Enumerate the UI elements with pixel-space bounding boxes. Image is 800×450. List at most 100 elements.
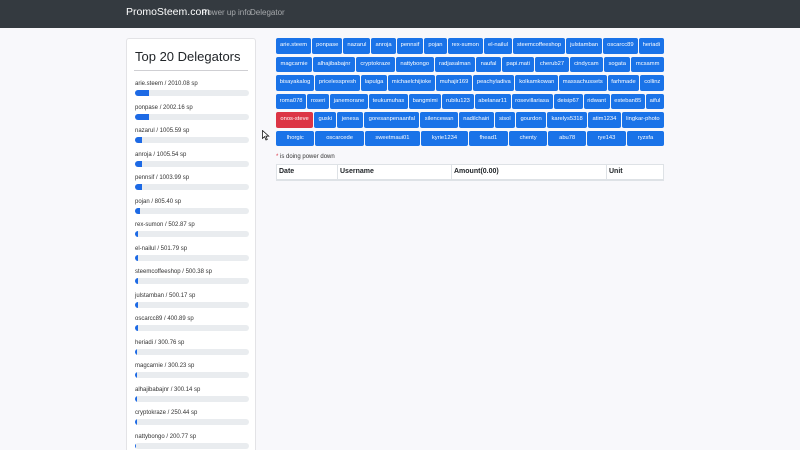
delegator-button[interactable]: ponpase: [312, 38, 343, 54]
delegator-button[interactable]: karelys5318: [547, 112, 588, 128]
mouse-pointer-icon: [262, 130, 270, 141]
delegator-button[interactable]: bangmimi: [408, 93, 442, 109]
power-down-note-text: is doing power down: [278, 154, 335, 160]
delegator-button[interactable]: steemcoffeeshop: [512, 38, 566, 54]
delegator-button[interactable]: kyrie1234: [421, 130, 468, 146]
delegator-button[interactable]: lapulga: [360, 75, 388, 91]
delegator-progress: [135, 254, 249, 261]
delegator-button[interactable]: lhorgic: [276, 130, 315, 146]
delegator-button[interactable]: sogata: [604, 56, 631, 72]
delegator-button[interactable]: janemorane: [330, 93, 368, 109]
delegator-button[interactable]: julstamban: [566, 38, 603, 54]
delegator-button[interactable]: papi.mati: [501, 56, 535, 72]
delegator-button[interactable]: teukumuhas: [369, 93, 408, 109]
delegator-button[interactable]: oscarcede: [315, 130, 364, 146]
delegator-progress: [135, 184, 249, 190]
delegator-button[interactable]: peachyladiva: [473, 75, 515, 91]
delegator-button[interactable]: aiful: [646, 93, 664, 109]
delegator-button[interactable]: deisip67: [553, 93, 583, 109]
delegator-button[interactable]: sweetmaui01: [364, 130, 421, 146]
delegator-button[interactable]: fhead1: [468, 130, 508, 146]
column-header-date: Date: [276, 164, 338, 181]
delegator-label: anroja / 1005.54 sp: [135, 151, 187, 158]
delegator-button-row: magcarnie alhajibabajnr cryptokraze nattybo…: [276, 56, 664, 72]
delegator-button[interactable]: ryzsfa: [627, 130, 664, 146]
navbar: PromoSteem.com Power up info Delegator: [0, 0, 800, 28]
delegator-item: ponpase / 2002.16 sp: [135, 104, 249, 128]
delegator-button[interactable]: guski: [314, 112, 337, 128]
delegator-button[interactable]: roseri: [307, 93, 330, 109]
delegator-button[interactable]: abu78: [548, 130, 586, 146]
nav-link-delegator[interactable]: Delegator: [250, 8, 285, 17]
delegator-button[interactable]: muhajir169: [435, 75, 473, 91]
nav-link-power-up-info[interactable]: Power up info: [202, 8, 251, 17]
delegator-item: heriadi / 300.76 sp: [135, 339, 249, 363]
delegator-progress-bar: [135, 301, 139, 308]
delegator-progress: [135, 442, 249, 449]
delegator-button[interactable]: oscarcc89: [603, 38, 638, 54]
delegator-label: nazarul / 1005.59 sp: [135, 128, 190, 134]
delegator-button[interactable]: lingkar-photo: [621, 112, 664, 128]
delegator-button[interactable]: massachussets: [559, 75, 607, 91]
delegator-button[interactable]: naufal: [476, 56, 501, 72]
delegator-button[interactable]: farhmade: [607, 75, 640, 91]
delegator-progress-bar: [135, 395, 138, 402]
delegator-button[interactable]: mcsamm: [631, 56, 664, 72]
delegator-button[interactable]: ridwant: [583, 93, 610, 109]
delegator-progress: [135, 231, 249, 237]
delegator-button[interactable]: anroja: [371, 38, 396, 54]
delegator-item: anroja / 1005.54 sp: [135, 151, 249, 175]
delegator-button[interactable]: sisol: [494, 112, 516, 128]
delegator-button[interactable]: silencewan: [420, 112, 458, 128]
delegator-button[interactable]: radjasalman: [434, 56, 476, 72]
delegator-button[interactable]: gourdon: [516, 112, 547, 128]
delegator-button[interactable]: arie.steem: [276, 38, 312, 54]
delegator-button[interactable]: bisayakalog: [276, 75, 315, 91]
delegator-button[interactable]: cryptokraze: [355, 56, 395, 72]
delegator-progress: [135, 113, 249, 120]
delegator-button[interactable]: magcarnie: [276, 56, 313, 72]
delegator-button[interactable]: michaelchijioke: [388, 75, 435, 91]
delegator-button[interactable]: rex-sumon: [447, 38, 483, 54]
delegator-label: pojan / 805.40 sp: [135, 198, 182, 205]
delegator-label: steemcoffeeshop / 500.38 sp: [135, 269, 212, 275]
delegator-button-row: arie.steem ponpase nazarul anroja pennsif poj…: [276, 38, 665, 54]
delegator-button[interactable]: cherub27: [535, 56, 569, 72]
delegator-button-grid: arie.steem ponpase nazarul anroja pennsif poj…: [276, 38, 665, 149]
delegator-button[interactable]: el-nailul: [483, 38, 512, 54]
delegator-button-power-down[interactable]: onos-steve: [276, 112, 314, 128]
delegator-button[interactable]: pricelesspresh: [315, 75, 360, 91]
delegator-button[interactable]: cindycam: [569, 56, 604, 72]
delegator-button[interactable]: chenty: [508, 130, 548, 146]
delegator-label: el-nailul / 501.79 sp: [135, 245, 188, 252]
delegator-button[interactable]: jenesa: [337, 112, 364, 128]
brand-link[interactable]: PromoSteem.com: [126, 6, 210, 18]
delegator-button[interactable]: roma078: [276, 93, 307, 109]
delegator-button[interactable]: nadilchairi: [458, 112, 494, 128]
delegator-button[interactable]: atim1234: [588, 112, 621, 128]
delegator-label: nattybongo / 200.77 sp: [135, 433, 197, 440]
delegator-button[interactable]: rosevillariasa: [511, 93, 553, 109]
delegator-button[interactable]: nattybongo: [395, 56, 434, 72]
delegator-item: nattybongo / 200.77 sp: [135, 433, 249, 450]
delegator-button[interactable]: alhajibabajnr: [313, 56, 355, 72]
delegator-progress: [135, 207, 249, 214]
delegator-button[interactable]: kolkamkowan: [515, 75, 559, 91]
delegator-label: julstamban / 500.17 sp: [135, 292, 196, 299]
delegator-list: arie.steem / 2010.08 sp ponpase / 2002.16…: [135, 80, 249, 450]
delegator-button[interactable]: collinz: [640, 75, 665, 91]
delegator-button[interactable]: rye143: [586, 130, 627, 146]
delegator-button[interactable]: nazarul: [343, 38, 371, 54]
power-down-table: Date Username Amount(0.00) Unit: [276, 164, 664, 181]
delegator-button-row: roma078 roseri janemorane teukumuhas bangmim…: [276, 93, 664, 109]
delegator-button[interactable]: rubilu123: [442, 93, 474, 109]
delegator-button[interactable]: goresanpenaanfal: [364, 112, 420, 128]
delegator-button[interactable]: esteban85: [610, 93, 646, 109]
delegator-button[interactable]: heriadi: [638, 38, 665, 54]
delegator-button-row: bisayakalog pricelesspresh lapulga michaelc…: [276, 75, 665, 91]
delegator-label: pennsif / 1003.99 sp: [135, 175, 190, 181]
delegator-button[interactable]: pojan: [424, 38, 447, 54]
delegator-button-row: lhorgic oscarcede sweetmaui01 kyrie1234 fhea…: [276, 130, 664, 146]
delegator-button[interactable]: abelanar11: [474, 93, 511, 109]
delegator-button[interactable]: pennsif: [396, 38, 424, 54]
